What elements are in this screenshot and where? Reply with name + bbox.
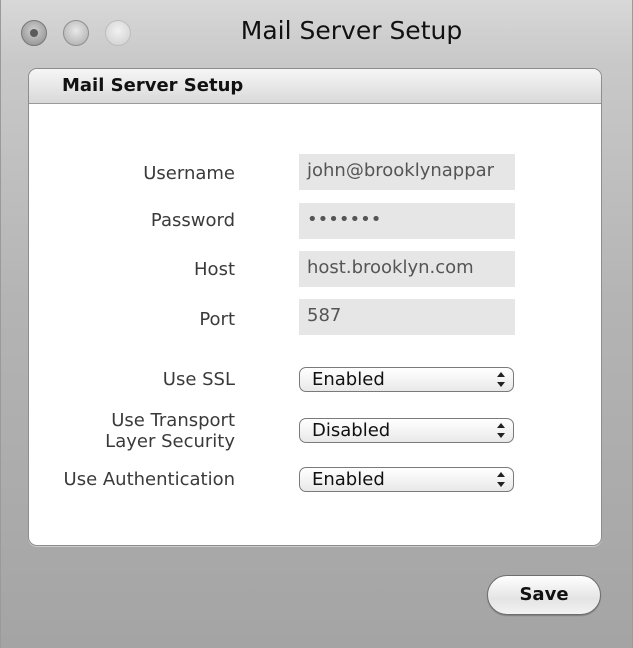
- panel-title: Mail Server Setup: [62, 75, 244, 96]
- use-ssl-select[interactable]: Enabled: [299, 367, 514, 392]
- save-button[interactable]: Save: [487, 575, 601, 615]
- use-auth-select[interactable]: Enabled: [299, 467, 514, 492]
- host-field[interactable]: host.brooklyn.com: [299, 251, 515, 287]
- mail-server-setup-window: Mail Server Setup Mail Server Setup User…: [0, 0, 633, 648]
- port-label: Port: [199, 309, 235, 330]
- use-tls-label-line2: Layer Security: [105, 431, 235, 452]
- username-field[interactable]: john@brooklynappar: [299, 154, 515, 190]
- use-ssl-value: Enabled: [312, 369, 385, 390]
- use-auth-label: Use Authentication: [63, 469, 235, 490]
- password-field[interactable]: •••••••: [299, 203, 515, 239]
- up-down-arrows-icon: [497, 372, 505, 387]
- up-down-arrows-icon: [497, 423, 505, 438]
- up-down-arrows-icon: [497, 472, 505, 487]
- title-bar: Mail Server Setup: [1, 0, 632, 58]
- use-tls-label-line1: Use Transport: [111, 410, 235, 431]
- settings-panel: Mail Server Setup Username john@brooklyn…: [28, 68, 602, 546]
- use-ssl-label: Use SSL: [162, 369, 235, 390]
- host-label: Host: [194, 259, 235, 280]
- panel-header: Mail Server Setup: [29, 69, 601, 104]
- window-title: Mail Server Setup: [240, 16, 463, 45]
- password-label: Password: [150, 210, 235, 231]
- use-auth-value: Enabled: [312, 469, 385, 490]
- use-tls-value: Disabled: [312, 420, 391, 441]
- use-tls-label: Use Transport Layer Security: [105, 410, 235, 452]
- use-tls-select[interactable]: Disabled: [299, 418, 514, 443]
- port-field[interactable]: 587: [299, 299, 515, 335]
- username-label: Username: [143, 163, 235, 184]
